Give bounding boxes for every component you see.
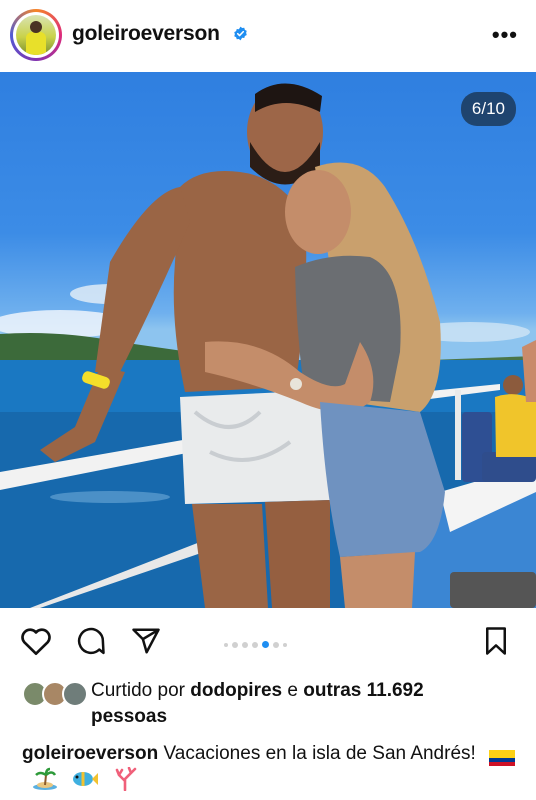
likes-middle: e: [287, 680, 298, 701]
post-header: goleiroeverson •••: [0, 0, 536, 72]
carousel-counter: 6/10: [460, 92, 516, 126]
verified-badge-icon: [234, 26, 247, 41]
active-dot: [262, 641, 269, 649]
carousel-dots: [224, 636, 291, 654]
liker-username[interactable]: dodopires: [190, 680, 282, 701]
bookmark-icon[interactable]: [483, 626, 509, 656]
send-icon[interactable]: [130, 626, 162, 656]
coral-icon: [113, 766, 137, 799]
avatar-photo: [16, 15, 56, 55]
post-actions: [0, 612, 536, 668]
post-photo[interactable]: 6/10: [0, 72, 536, 608]
username-link[interactable]: goleiroeverson: [72, 22, 220, 46]
likes-suffix[interactable]: pessoas: [91, 706, 167, 727]
photo-illustration: [0, 83, 536, 608]
likes-prefix: Curtido por: [91, 680, 185, 701]
fish-icon: [71, 769, 99, 797]
comment-icon[interactable]: [76, 626, 106, 656]
liker-avatar: [62, 681, 88, 707]
colombia-flag-icon: [489, 747, 516, 766]
post-caption: goleiroeverson Vacaciones en la isla de …: [22, 740, 522, 799]
profile-avatar[interactable]: [10, 9, 62, 61]
caption-username[interactable]: goleiroeverson: [22, 743, 158, 764]
caption-text: Vacaciones en la isla de San Andrés!: [163, 743, 476, 764]
more-options-button[interactable]: •••: [492, 22, 518, 48]
likes-others[interactable]: outras 11.692: [303, 680, 423, 701]
island-icon: [32, 767, 58, 799]
heart-icon[interactable]: [20, 626, 52, 656]
